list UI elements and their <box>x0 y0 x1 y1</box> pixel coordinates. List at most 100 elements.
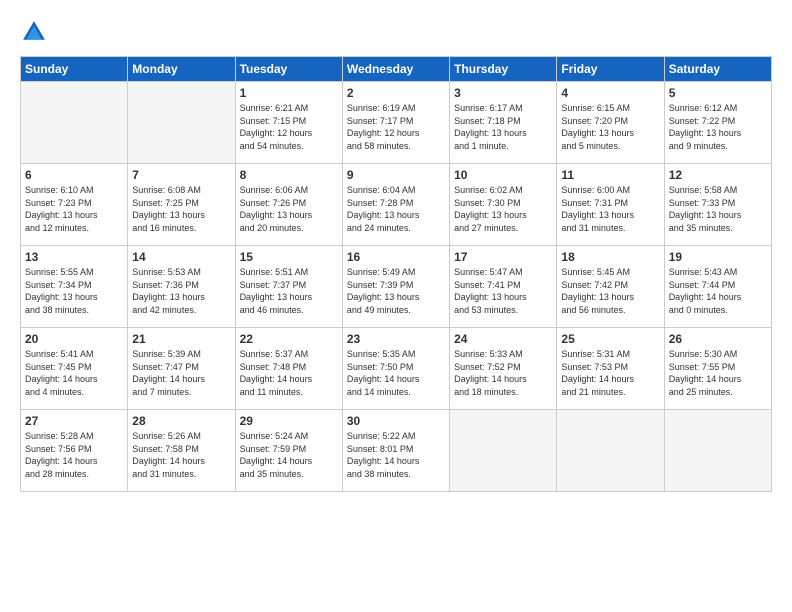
calendar-cell: 24 Sunrise: 5:33 AM Sunset: 7:52 PM Dayli… <box>450 328 557 410</box>
calendar-cell: 19Sunrise: 5:43 AM Sunset: 7:44 PM Dayli… <box>664 246 771 328</box>
calendar-cell: 13 Sunrise: 5:55 AM Sunset: 7:34 PM Dayli… <box>21 246 128 328</box>
weekday-header-wednesday: Wednesday <box>342 57 449 82</box>
calendar-cell: 22Sunrise: 5:37 AM Sunset: 7:48 PM Dayli… <box>235 328 342 410</box>
weekday-header-thursday: Thursday <box>450 57 557 82</box>
day-info: Sunrise: 6:21 AM Sunset: 7:15 PM Dayligh… <box>240 102 338 152</box>
day-number: 27 <box>25 414 123 428</box>
calendar-cell: 3 Sunrise: 6:17 AM Sunset: 7:18 PM Daylig… <box>450 82 557 164</box>
calendar-body: 1 Sunrise: 6:21 AM Sunset: 7:15 PM Daylig… <box>21 82 772 492</box>
weekday-header-sunday: Sunday <box>21 57 128 82</box>
calendar-cell: 30 Sunrise: 5:22 AM Sunset: 8:01 PM Dayli… <box>342 410 449 492</box>
calendar-cell: 8 Sunrise: 6:06 AM Sunset: 7:26 PM Daylig… <box>235 164 342 246</box>
day-info: Sunrise: 6:00 AM Sunset: 7:31 PM Dayligh… <box>561 184 659 234</box>
day-info: Sunrise: 6:17 AM Sunset: 7:18 PM Dayligh… <box>454 102 552 152</box>
calendar-week-row: 27 Sunrise: 5:28 AM Sunset: 7:56 PM Dayli… <box>21 410 772 492</box>
day-info: Sunrise: 5:31 AM Sunset: 7:53 PM Dayligh… <box>561 348 659 398</box>
calendar-cell: 2Sunrise: 6:19 AM Sunset: 7:17 PM Daylig… <box>342 82 449 164</box>
calendar-cell: 25 Sunrise: 5:31 AM Sunset: 7:53 PM Dayli… <box>557 328 664 410</box>
calendar-table: SundayMondayTuesdayWednesdayThursdayFrid… <box>20 56 772 492</box>
day-number: 24 <box>454 332 552 346</box>
day-number: 2 <box>347 86 445 100</box>
day-info: Sunrise: 5:47 AM Sunset: 7:41 PM Dayligh… <box>454 266 552 316</box>
day-number: 3 <box>454 86 552 100</box>
calendar-cell: 18Sunrise: 5:45 AM Sunset: 7:42 PM Dayli… <box>557 246 664 328</box>
calendar-cell: 15 Sunrise: 5:51 AM Sunset: 7:37 PM Dayli… <box>235 246 342 328</box>
day-info: Sunrise: 5:53 AM Sunset: 7:36 PM Dayligh… <box>132 266 230 316</box>
day-number: 17 <box>454 250 552 264</box>
day-number: 9 <box>347 168 445 182</box>
day-info: Sunrise: 5:43 AM Sunset: 7:44 PM Dayligh… <box>669 266 767 316</box>
day-number: 22 <box>240 332 338 346</box>
day-info: Sunrise: 5:33 AM Sunset: 7:52 PM Dayligh… <box>454 348 552 398</box>
calendar-cell: 23 Sunrise: 5:35 AM Sunset: 7:50 PM Dayli… <box>342 328 449 410</box>
calendar-cell: 20 Sunrise: 5:41 AM Sunset: 7:45 PM Dayli… <box>21 328 128 410</box>
day-number: 28 <box>132 414 230 428</box>
day-info: Sunrise: 5:55 AM Sunset: 7:34 PM Dayligh… <box>25 266 123 316</box>
day-number: 29 <box>240 414 338 428</box>
calendar-cell: 12 Sunrise: 5:58 AM Sunset: 7:33 PM Dayli… <box>664 164 771 246</box>
calendar-cell <box>21 82 128 164</box>
day-number: 12 <box>669 168 767 182</box>
day-number: 13 <box>25 250 123 264</box>
calendar-cell <box>128 82 235 164</box>
weekday-header-tuesday: Tuesday <box>235 57 342 82</box>
day-info: Sunrise: 6:06 AM Sunset: 7:26 PM Dayligh… <box>240 184 338 234</box>
day-info: Sunrise: 5:45 AM Sunset: 7:42 PM Dayligh… <box>561 266 659 316</box>
day-info: Sunrise: 5:26 AM Sunset: 7:58 PM Dayligh… <box>132 430 230 480</box>
day-number: 21 <box>132 332 230 346</box>
calendar-cell: 6Sunrise: 6:10 AM Sunset: 7:23 PM Daylig… <box>21 164 128 246</box>
calendar-cell <box>450 410 557 492</box>
day-info: Sunrise: 6:10 AM Sunset: 7:23 PM Dayligh… <box>25 184 123 234</box>
calendar-cell <box>664 410 771 492</box>
calendar-cell: 10 Sunrise: 6:02 AM Sunset: 7:30 PM Dayli… <box>450 164 557 246</box>
day-info: Sunrise: 5:28 AM Sunset: 7:56 PM Dayligh… <box>25 430 123 480</box>
calendar-cell: 26Sunrise: 5:30 AM Sunset: 7:55 PM Dayli… <box>664 328 771 410</box>
day-number: 1 <box>240 86 338 100</box>
day-info: Sunrise: 5:58 AM Sunset: 7:33 PM Dayligh… <box>669 184 767 234</box>
calendar-cell: 28 Sunrise: 5:26 AM Sunset: 7:58 PM Dayli… <box>128 410 235 492</box>
day-info: Sunrise: 6:02 AM Sunset: 7:30 PM Dayligh… <box>454 184 552 234</box>
day-info: Sunrise: 5:35 AM Sunset: 7:50 PM Dayligh… <box>347 348 445 398</box>
calendar-week-row: 20 Sunrise: 5:41 AM Sunset: 7:45 PM Dayli… <box>21 328 772 410</box>
day-info: Sunrise: 5:41 AM Sunset: 7:45 PM Dayligh… <box>25 348 123 398</box>
calendar-cell: 4 Sunrise: 6:15 AM Sunset: 7:20 PM Daylig… <box>557 82 664 164</box>
day-number: 14 <box>132 250 230 264</box>
weekday-header-saturday: Saturday <box>664 57 771 82</box>
weekday-header-row: SundayMondayTuesdayWednesdayThursdayFrid… <box>21 57 772 82</box>
calendar-cell: 27 Sunrise: 5:28 AM Sunset: 7:56 PM Dayli… <box>21 410 128 492</box>
day-number: 10 <box>454 168 552 182</box>
calendar-cell: 1 Sunrise: 6:21 AM Sunset: 7:15 PM Daylig… <box>235 82 342 164</box>
calendar-week-row: 1 Sunrise: 6:21 AM Sunset: 7:15 PM Daylig… <box>21 82 772 164</box>
day-info: Sunrise: 5:24 AM Sunset: 7:59 PM Dayligh… <box>240 430 338 480</box>
day-info: Sunrise: 6:15 AM Sunset: 7:20 PM Dayligh… <box>561 102 659 152</box>
day-number: 5 <box>669 86 767 100</box>
logo <box>20 18 52 46</box>
calendar-cell: 17 Sunrise: 5:47 AM Sunset: 7:41 PM Dayli… <box>450 246 557 328</box>
day-info: Sunrise: 5:51 AM Sunset: 7:37 PM Dayligh… <box>240 266 338 316</box>
calendar-cell: 7 Sunrise: 6:08 AM Sunset: 7:25 PM Daylig… <box>128 164 235 246</box>
day-info: Sunrise: 5:22 AM Sunset: 8:01 PM Dayligh… <box>347 430 445 480</box>
day-number: 15 <box>240 250 338 264</box>
calendar-week-row: 6Sunrise: 6:10 AM Sunset: 7:23 PM Daylig… <box>21 164 772 246</box>
logo-icon <box>20 18 48 46</box>
calendar-cell <box>557 410 664 492</box>
calendar-cell: 5Sunrise: 6:12 AM Sunset: 7:22 PM Daylig… <box>664 82 771 164</box>
day-info: Sunrise: 6:08 AM Sunset: 7:25 PM Dayligh… <box>132 184 230 234</box>
day-number: 7 <box>132 168 230 182</box>
day-number: 23 <box>347 332 445 346</box>
weekday-header-friday: Friday <box>557 57 664 82</box>
day-number: 8 <box>240 168 338 182</box>
header <box>20 18 772 46</box>
day-info: Sunrise: 5:39 AM Sunset: 7:47 PM Dayligh… <box>132 348 230 398</box>
day-info: Sunrise: 5:30 AM Sunset: 7:55 PM Dayligh… <box>669 348 767 398</box>
calendar-cell: 9 Sunrise: 6:04 AM Sunset: 7:28 PM Daylig… <box>342 164 449 246</box>
day-number: 30 <box>347 414 445 428</box>
day-info: Sunrise: 6:04 AM Sunset: 7:28 PM Dayligh… <box>347 184 445 234</box>
page: SundayMondayTuesdayWednesdayThursdayFrid… <box>0 0 792 612</box>
day-number: 20 <box>25 332 123 346</box>
calendar-week-row: 13 Sunrise: 5:55 AM Sunset: 7:34 PM Dayli… <box>21 246 772 328</box>
day-number: 4 <box>561 86 659 100</box>
day-number: 25 <box>561 332 659 346</box>
calendar-cell: 16Sunrise: 5:49 AM Sunset: 7:39 PM Dayli… <box>342 246 449 328</box>
calendar-cell: 11Sunrise: 6:00 AM Sunset: 7:31 PM Dayli… <box>557 164 664 246</box>
